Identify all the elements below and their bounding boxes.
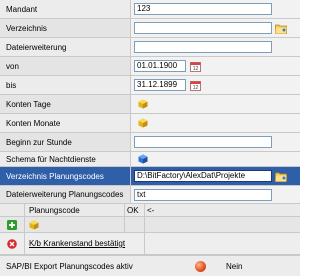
bis-date-input[interactable]: 31.12.1899 [134, 79, 186, 91]
folder-browse-icon[interactable] [275, 170, 287, 182]
svg-text:12: 12 [192, 85, 198, 91]
table-row: K/b Krankenstand bestätigt [0, 233, 300, 255]
mandant-label: Mandant [0, 0, 131, 18]
cube-icon[interactable] [29, 220, 39, 230]
row-beginn-zur-stunde: Beginn zur Stunde [0, 133, 300, 152]
add-row [0, 217, 300, 233]
von-date-input[interactable]: 01.01.1900 [134, 60, 186, 72]
row-dateierweiterung-planungscodes: Dateierweiterung Planungscodes txt [0, 186, 300, 204]
row-von: von 01.01.1900 12 [0, 57, 300, 76]
sap-bi-export-label: SAP/BI Export Planungscodes aktiv [6, 261, 133, 271]
row-dateierweiterung: Dateierweiterung [0, 38, 300, 57]
header-arrow[interactable]: <- [145, 204, 165, 216]
sap-bi-export-value: Nein [226, 261, 243, 271]
add-icon[interactable] [7, 219, 17, 230]
row-schema-nachtdienste: Schema für Nachtdienste [0, 152, 300, 167]
svg-text:12: 12 [192, 66, 198, 72]
row-sap-bi-export: SAP/BI Export Planungscodes aktiv Nein [0, 255, 300, 276]
verzeichnis-planungscodes-label: Verzeichnis Planungscodes [0, 167, 131, 185]
header-planungscode[interactable]: Planungscode [25, 204, 125, 216]
folder-browse-icon[interactable] [275, 22, 287, 34]
calendar-icon[interactable]: 12 [189, 79, 201, 91]
row-konten-tage: Konten Tage [0, 95, 300, 114]
mandant-input[interactable]: 123 [134, 3, 272, 15]
planungscode-table-header: Planungscode OK <- [0, 204, 300, 217]
von-label: von [0, 57, 131, 75]
konten-monate-label: Konten Monate [0, 114, 131, 132]
konten-tage-label: Konten Tage [0, 95, 131, 113]
property-grid: Mandant 123 Verzeichnis Dateierweiterung… [0, 0, 300, 276]
dateierweiterung-planungscodes-label: Dateierweiterung Planungscodes [0, 186, 131, 203]
verzeichnis-input[interactable] [134, 22, 272, 34]
delete-icon[interactable] [7, 238, 17, 249]
row-konten-monate: Konten Monate [0, 114, 300, 133]
dateierweiterung-label: Dateierweiterung [0, 38, 131, 56]
beginn-zur-stunde-input[interactable] [134, 136, 272, 148]
cube-icon[interactable] [137, 98, 149, 110]
row-verzeichnis: Verzeichnis [0, 19, 300, 38]
dateierweiterung-input[interactable] [134, 41, 272, 53]
beginn-zur-stunde-label: Beginn zur Stunde [0, 133, 131, 151]
calendar-icon[interactable]: 12 [189, 60, 201, 72]
planungscode-link[interactable]: K/b Krankenstand bestätigt [29, 239, 125, 248]
verzeichnis-label: Verzeichnis [0, 19, 131, 37]
row-verzeichnis-planungscodes: Verzeichnis Planungscodes D:\BitFactory\… [0, 167, 300, 186]
verzeichnis-planungscodes-input[interactable]: D:\BitFactory\AlexDat\Projekte [134, 170, 272, 182]
bis-label: bis [0, 76, 131, 94]
row-mandant: Mandant 123 [0, 0, 300, 19]
status-indicator-icon[interactable] [194, 260, 206, 272]
dateierweiterung-planungscodes-input[interactable]: txt [134, 188, 272, 201]
schema-nachtdienste-label: Schema für Nachtdienste [0, 152, 131, 166]
row-bis: bis 31.12.1899 12 [0, 76, 300, 95]
cube-icon[interactable] [137, 117, 149, 129]
header-ok[interactable]: OK [125, 204, 145, 216]
blue-cube-icon[interactable] [137, 153, 149, 165]
